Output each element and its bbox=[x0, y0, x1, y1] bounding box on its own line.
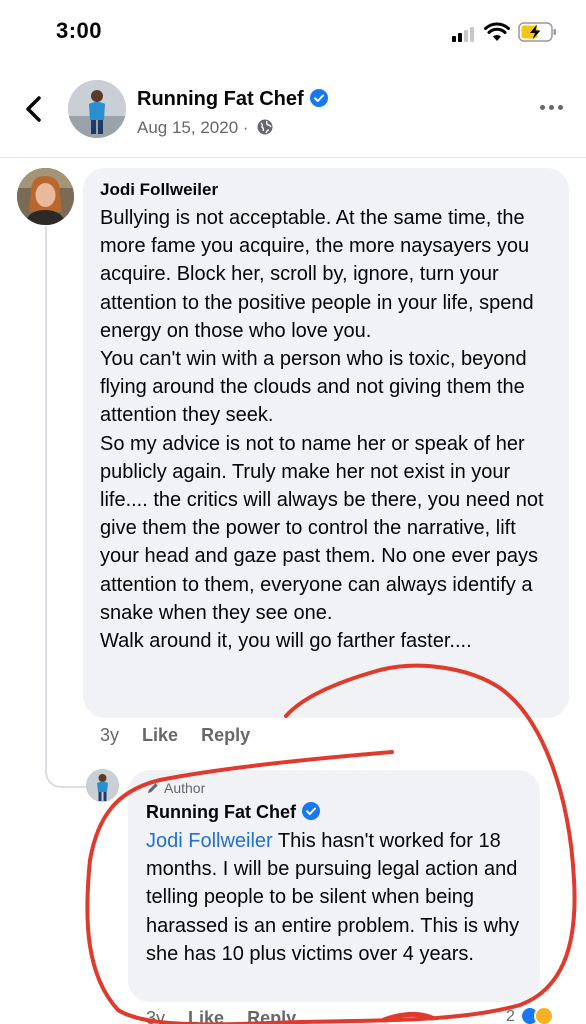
reply-time[interactable]: 3y bbox=[146, 1008, 165, 1024]
comment-actions: 3y Like Reply bbox=[100, 725, 268, 746]
reply-author[interactable]: Running Fat Chef bbox=[146, 802, 320, 823]
reply-actions: 3y Like Reply bbox=[146, 1008, 314, 1024]
post-date[interactable]: Aug 15, 2020 bbox=[137, 118, 238, 137]
pencil-icon bbox=[148, 783, 158, 793]
comment-bubble: Jodi Follweiler Bullying is not acceptab… bbox=[83, 168, 569, 718]
post-header: Running Fat Chef Aug 15, 2020 · bbox=[0, 66, 586, 158]
post-meta: Aug 15, 2020 · bbox=[137, 118, 273, 138]
reaction-count: 2 bbox=[506, 1008, 515, 1024]
author-badge: Author bbox=[146, 780, 205, 796]
care-reaction-icon bbox=[534, 1006, 554, 1024]
signal-icon bbox=[452, 26, 478, 42]
status-bar: 3:00 bbox=[0, 0, 586, 66]
reply-like-button[interactable]: Like bbox=[188, 1008, 224, 1024]
commenter-avatar[interactable] bbox=[17, 168, 74, 225]
mention-link[interactable]: Jodi Follweiler bbox=[146, 830, 273, 852]
status-time: 3:00 bbox=[56, 18, 103, 43]
comment-time[interactable]: 3y bbox=[100, 725, 119, 745]
page-name[interactable]: Running Fat Chef bbox=[137, 88, 328, 111]
reply-bubble: Author Running Fat Chef Jodi Follweiler … bbox=[128, 770, 540, 1002]
reply-button[interactable]: Reply bbox=[201, 725, 250, 745]
like-button[interactable]: Like bbox=[142, 725, 178, 745]
thread-line bbox=[45, 226, 47, 771]
meta-separator: · bbox=[242, 118, 249, 137]
wifi-icon bbox=[484, 22, 510, 41]
comment-author[interactable]: Jodi Follweiler bbox=[100, 180, 218, 200]
verified-badge-icon bbox=[309, 89, 328, 107]
reply-reply-button[interactable]: Reply bbox=[247, 1008, 296, 1024]
comment-text: Bullying is not acceptable. At the same … bbox=[100, 207, 544, 653]
more-icon[interactable] bbox=[540, 102, 566, 116]
verified-badge-icon bbox=[301, 802, 320, 820]
reply-avatar[interactable] bbox=[86, 769, 119, 802]
back-chevron-icon[interactable] bbox=[20, 92, 48, 126]
thread-connector bbox=[45, 740, 87, 788]
globe-icon bbox=[257, 119, 273, 135]
reply-text: Jodi Follweiler This hasn't worked for 1… bbox=[146, 830, 520, 965]
page-avatar[interactable] bbox=[68, 80, 126, 138]
battery-charging-icon bbox=[518, 22, 556, 42]
